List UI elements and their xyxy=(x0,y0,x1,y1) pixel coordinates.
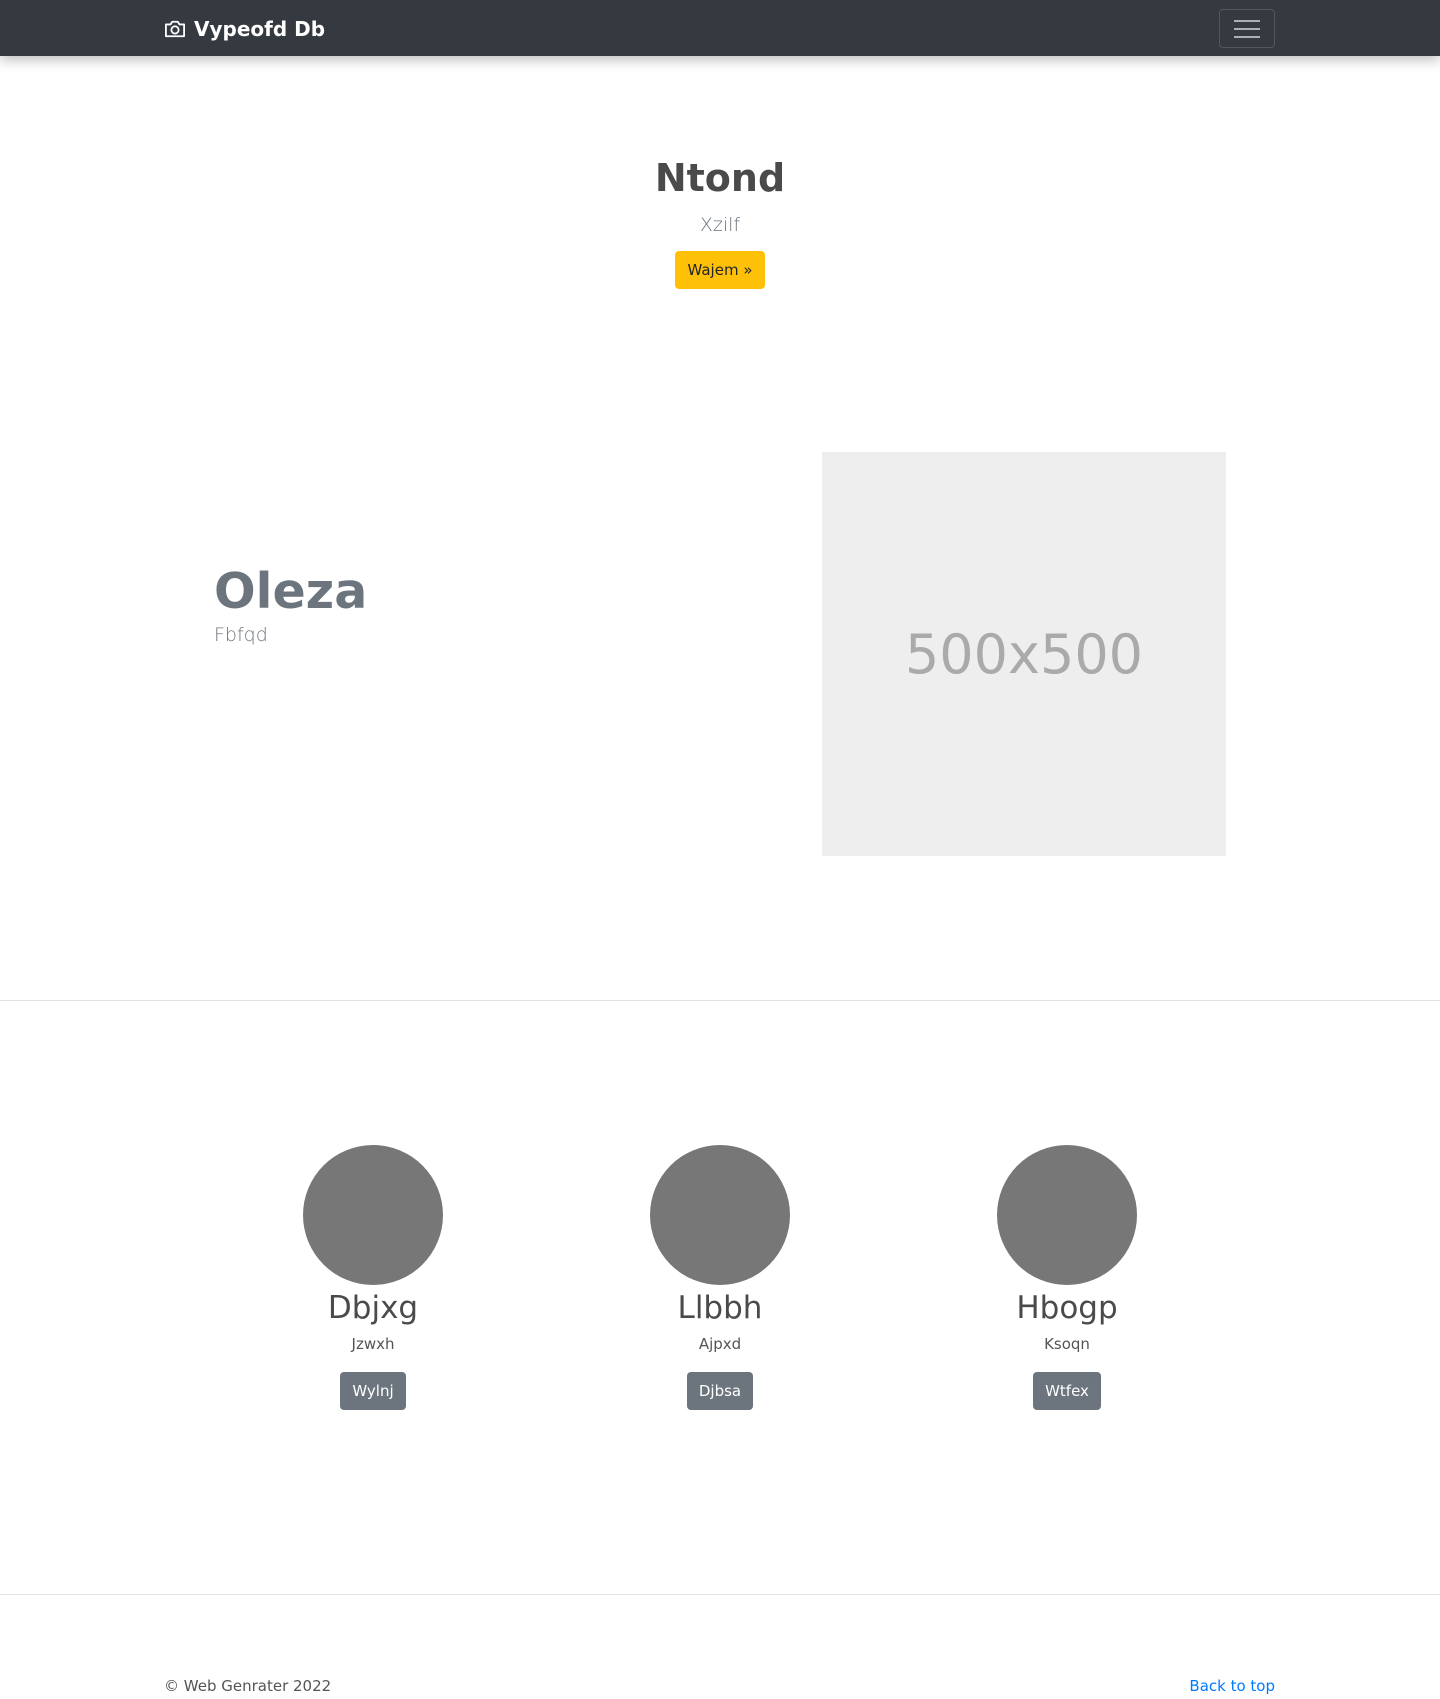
camera-icon xyxy=(165,20,185,38)
team-member-role: Ajpxd xyxy=(698,1335,742,1353)
navbar: Vypeofd Db xyxy=(0,0,1440,56)
feature-heading: Oleza xyxy=(214,563,368,620)
footer-divider xyxy=(0,1594,1440,1595)
hero-title: Ntond xyxy=(654,156,786,200)
brand-link[interactable]: Vypeofd Db xyxy=(164,15,325,43)
team-member-name: Dbjxg xyxy=(327,1290,419,1326)
hero-subtitle: Xzilf xyxy=(699,214,741,236)
hamburger-menu-icon-bar xyxy=(1234,35,1260,38)
team-member-role: Ksoqn xyxy=(1044,1335,1090,1353)
avatar xyxy=(650,1145,790,1285)
team-member-name: Llbbh xyxy=(677,1290,763,1326)
placeholder-label: 500x500 xyxy=(904,622,1144,686)
team-member-button[interactable]: Wylnj xyxy=(340,1372,406,1410)
team-member-button[interactable]: Wtfex xyxy=(1033,1372,1101,1410)
hamburger-menu-icon xyxy=(1234,19,1260,22)
navbar-toggler-button[interactable] xyxy=(1219,9,1275,48)
team-member-card: Hbogp Ksoqn Wtfex xyxy=(977,1145,1157,1410)
section-divider xyxy=(0,1000,1440,1001)
brand-text: Vypeofd Db xyxy=(194,17,326,41)
team-member-name: Hbogp xyxy=(1016,1290,1118,1326)
hero-section: Ntond Xzilf Wajem » xyxy=(0,150,1440,289)
hero-cta-button[interactable]: Wajem » xyxy=(675,251,765,289)
team-member-role: Jzwxh xyxy=(351,1335,395,1353)
avatar xyxy=(997,1145,1137,1285)
back-to-top-link[interactable]: Back to top xyxy=(1189,1677,1275,1695)
team-member-button[interactable]: Djbsa xyxy=(686,1372,754,1410)
team-member-card: Llbbh Ajpxd Djbsa xyxy=(630,1145,810,1410)
hamburger-menu-icon-bar xyxy=(1234,27,1260,30)
footer-copyright: © Web Genrater 2022 xyxy=(164,1677,332,1695)
avatar xyxy=(303,1145,443,1285)
feature-image-placeholder: 500x500 xyxy=(822,452,1226,856)
feature-subheading: Fbfqd xyxy=(214,624,268,646)
team-member-card: Dbjxg Jzwxh Wylnj xyxy=(283,1145,463,1410)
